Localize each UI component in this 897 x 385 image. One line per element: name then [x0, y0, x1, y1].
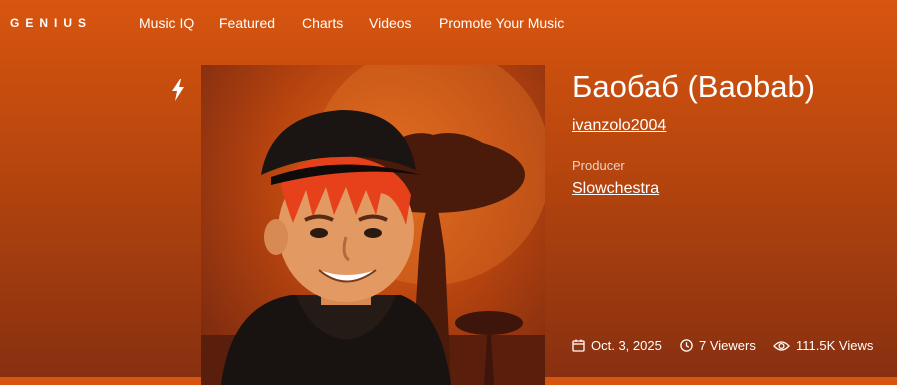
calendar-icon: [572, 339, 585, 352]
eye-icon: [773, 340, 790, 352]
views-count: 111.5K Views: [773, 338, 873, 353]
artist-link[interactable]: ivanzolo2004: [572, 117, 666, 135]
lightning-bolt-icon: [168, 78, 188, 102]
nav-item-music-iq[interactable]: Music IQ: [139, 15, 194, 31]
nav-item-featured[interactable]: Featured: [219, 15, 275, 31]
album-cover-art: [201, 65, 545, 385]
views-text: 111.5K Views: [796, 338, 874, 353]
genius-logo[interactable]: GENIUS: [10, 16, 92, 30]
nav-item-videos[interactable]: Videos: [369, 15, 412, 31]
viewers-count: 7 Viewers: [680, 338, 756, 353]
top-nav: GENIUS Music IQ Featured Charts Videos P…: [0, 0, 897, 46]
nav-item-charts[interactable]: Charts: [302, 15, 343, 31]
release-date: Oct. 3, 2025: [572, 338, 662, 353]
release-date-text: Oct. 3, 2025: [591, 338, 662, 353]
nav-item-promote-your-music[interactable]: Promote Your Music: [439, 15, 564, 31]
credit-label-producer: Producer: [572, 158, 625, 173]
credit-value-producer[interactable]: Slowchestra: [572, 180, 659, 198]
clock-icon: [680, 339, 693, 352]
viewers-text: 7 Viewers: [699, 338, 756, 353]
song-title: Баобаб (Baobab): [572, 69, 816, 104]
